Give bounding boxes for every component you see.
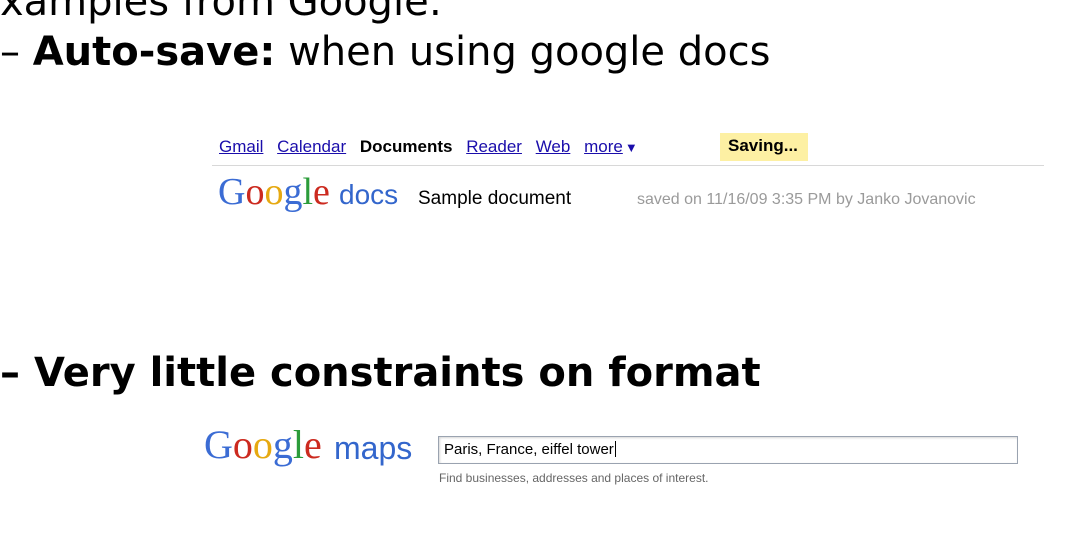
search-hint: Find businesses, addresses and places of… xyxy=(439,471,709,485)
nav-link-calendar[interactable]: Calendar xyxy=(277,137,346,156)
google-logo[interactable]: Google xyxy=(204,422,322,468)
nav-link-gmail[interactable]: Gmail xyxy=(219,137,263,156)
google-docs-screenshot: Gmail Calendar Documents Reader Web more… xyxy=(212,130,1044,230)
bullet-format-constraints: – Very little constraints on format xyxy=(0,349,761,397)
logo-letter: o xyxy=(232,422,253,467)
google-maps-screenshot: Google maps Paris, France, eiffel tower … xyxy=(198,418,1028,498)
nav-link-more[interactable]: more xyxy=(584,137,623,156)
logo-letter: l xyxy=(302,171,314,213)
google-logo[interactable]: Google xyxy=(218,170,330,214)
logo-letter: o xyxy=(264,171,284,213)
maps-search-input[interactable]: Paris, France, eiffel tower xyxy=(438,436,1018,464)
product-name-docs: docs xyxy=(339,179,399,210)
bullet-heading: Auto-save: xyxy=(32,29,276,75)
chevron-down-icon: ▼ xyxy=(624,140,638,155)
bullet-dash: – xyxy=(0,29,33,75)
logo-letter: G xyxy=(204,422,233,467)
logo-letter: g xyxy=(272,422,293,467)
logo-letter: o xyxy=(252,422,273,467)
bullet-dash: – xyxy=(0,350,34,396)
slide-intro-text: xamples from Google: xyxy=(0,0,443,25)
logo-letter: g xyxy=(283,171,303,213)
saving-status-badge: Saving... xyxy=(720,133,808,161)
search-query-text: Paris, France, eiffel tower xyxy=(444,441,614,458)
search-input-value[interactable]: Paris, France, eiffel tower xyxy=(444,441,616,458)
product-name-maps: maps xyxy=(334,430,413,466)
nav-current-documents: Documents xyxy=(359,137,453,156)
nav-link-reader[interactable]: Reader xyxy=(466,137,522,156)
nav-more-menu[interactable]: more ▼ xyxy=(584,137,638,156)
nav-link-web[interactable]: Web xyxy=(536,137,571,156)
bullet-text: when using google docs xyxy=(275,29,771,75)
bullet-heading: Very little constraints on format xyxy=(33,350,761,396)
text-cursor xyxy=(614,441,616,457)
save-status-text: saved on 11/16/09 3:35 PM by Janko Jovan… xyxy=(637,191,976,208)
logo-letter: l xyxy=(292,422,305,467)
logo-letter: G xyxy=(218,171,246,213)
divider xyxy=(212,165,1044,166)
bullet-auto-save: – Auto-save: when using google docs xyxy=(0,28,770,76)
logo-letter: e xyxy=(313,171,330,213)
document-title[interactable]: Sample document xyxy=(418,188,571,210)
google-nav-bar: Gmail Calendar Documents Reader Web more… xyxy=(219,137,638,157)
logo-letter: e xyxy=(304,422,322,467)
logo-letter: o xyxy=(245,171,265,213)
